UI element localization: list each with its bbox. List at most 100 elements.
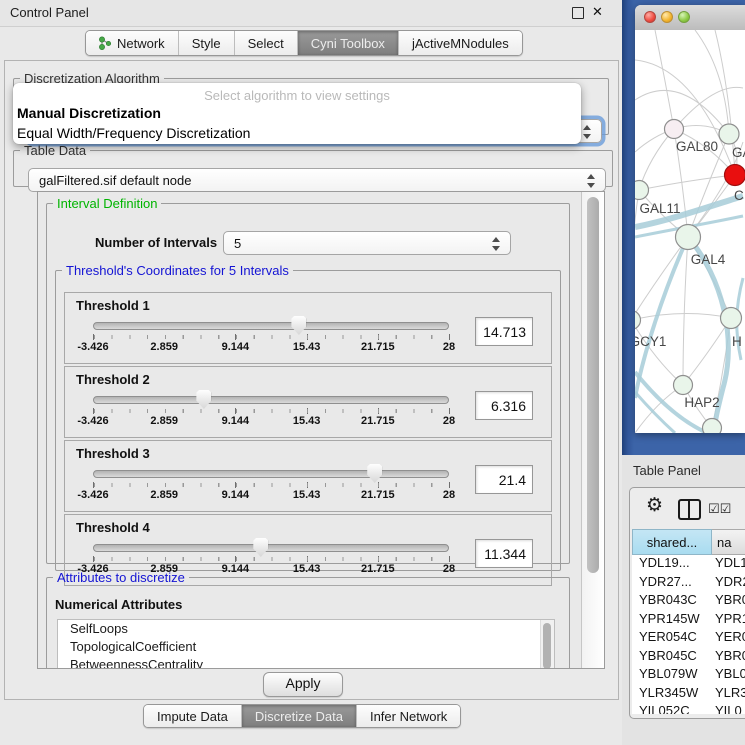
network-canvas[interactable]: GAL80GACGAL11GAL4GCY1HHAP2 bbox=[635, 30, 745, 433]
dropdown-option-manual-discretization[interactable]: Manual Discretization bbox=[13, 103, 581, 123]
table-data-value: galFiltered.sif default node bbox=[39, 173, 191, 188]
threshold-3-slider[interactable]: -3.4262.8599.14415.4321.71528 bbox=[93, 467, 449, 507]
list-scrollbar[interactable] bbox=[540, 620, 554, 669]
slider-track[interactable] bbox=[93, 470, 449, 478]
network-node-gal4[interactable] bbox=[676, 225, 701, 250]
tab-impute-data[interactable]: Impute Data bbox=[144, 705, 241, 727]
network-edge[interactable] bbox=[635, 190, 639, 320]
tab-jactivemnodules[interactable]: jActiveMNodules bbox=[398, 31, 522, 55]
network-node-ga[interactable] bbox=[719, 124, 739, 144]
table-data-title: Table Data bbox=[20, 143, 90, 158]
tab-discretize-data[interactable]: Discretize Data bbox=[241, 705, 356, 727]
network-node-h[interactable] bbox=[721, 308, 742, 329]
table-row[interactable]: YDL19...YDL1 bbox=[632, 555, 745, 574]
network-node-gal11[interactable] bbox=[635, 181, 649, 200]
network-node-label: GAL11 bbox=[639, 201, 680, 216]
minimize-traffic-light[interactable] bbox=[661, 11, 673, 23]
network-edge[interactable] bbox=[635, 385, 683, 433]
table-rows: YDL19...YDL1 YDR27...YDR2 YBR043CYBR0 YP… bbox=[632, 555, 745, 714]
tab-style[interactable]: Style bbox=[178, 31, 234, 55]
network-edge[interactable] bbox=[674, 87, 743, 129]
list-item[interactable]: SelfLoops bbox=[58, 620, 554, 638]
thresholds-title: Threshold's Coordinates for 5 Intervals bbox=[62, 263, 293, 278]
threshold-3-value-field[interactable] bbox=[475, 465, 533, 494]
network-node-gal80[interactable] bbox=[665, 120, 684, 139]
column-header-shared[interactable]: shared... bbox=[632, 529, 712, 555]
network-edge[interactable] bbox=[635, 320, 683, 385]
network-view-window[interactable]: GAL80GACGAL11GAL4GCY1HHAP2 bbox=[635, 5, 745, 433]
network-node-gcy1[interactable] bbox=[635, 311, 641, 330]
dropdown-option-equal-width-frequency[interactable]: Equal Width/Frequency Discretization bbox=[13, 123, 581, 143]
numerical-attributes-list[interactable]: SelfLoops TopologicalCoefficient Between… bbox=[57, 619, 555, 669]
slider-track[interactable] bbox=[93, 396, 449, 404]
threshold-2-label: Threshold 2 bbox=[76, 372, 150, 387]
list-item[interactable]: BetweennessCentrality bbox=[58, 656, 554, 669]
network-node-label: H bbox=[732, 334, 742, 349]
network-edge[interactable] bbox=[639, 175, 735, 190]
slider-track[interactable] bbox=[93, 544, 449, 552]
table-row[interactable]: YER054CYER0 bbox=[632, 629, 745, 648]
network-graph[interactable]: GAL80GACGAL11GAL4GCY1HHAP2 bbox=[635, 30, 745, 433]
threshold-1-value-field[interactable] bbox=[475, 317, 533, 346]
node-table-panel: ⚙ ☑☑ shared... na YDL19...YDL1 YDR27...Y… bbox=[629, 487, 745, 719]
network-edge[interactable] bbox=[695, 30, 729, 134]
table-row[interactable]: YBR045CYBR0 bbox=[632, 648, 745, 667]
desktop-background: GAL80GACGAL11GAL4GCY1HHAP2 bbox=[622, 0, 745, 455]
slider-track[interactable] bbox=[93, 322, 449, 330]
slider-ticks bbox=[94, 409, 449, 413]
settings-scrollpane: Interval Definition Number of Intervals … bbox=[37, 191, 605, 669]
cyni-toolbox-panel: Discretization Algorithm Table Data galF… bbox=[4, 60, 619, 700]
float-window-icon[interactable] bbox=[572, 7, 584, 19]
network-edge[interactable] bbox=[635, 313, 731, 320]
gear-icon[interactable]: ⚙ bbox=[646, 494, 663, 517]
network-window-titlebar[interactable] bbox=[635, 5, 745, 31]
main-scrollbar-thumb[interactable] bbox=[587, 197, 599, 573]
table-data-combobox[interactable]: galFiltered.sif default node bbox=[28, 168, 606, 192]
tab-network-label: Network bbox=[117, 36, 165, 51]
combo-arrows-icon bbox=[492, 236, 501, 252]
list-item[interactable]: TopologicalCoefficient bbox=[58, 638, 554, 656]
column-header-name[interactable]: na bbox=[712, 529, 745, 555]
table-row[interactable]: YBR043CYBR0 bbox=[632, 592, 745, 611]
threshold-2-value-field[interactable] bbox=[475, 391, 533, 420]
slider-thumb[interactable] bbox=[253, 538, 268, 557]
checkbox-icons[interactable]: ☑☑ bbox=[708, 501, 731, 517]
list-scrollbar-thumb[interactable] bbox=[543, 623, 551, 669]
table-row[interactable]: YIL052CYIL0 bbox=[632, 703, 745, 714]
threshold-3-label: Threshold 3 bbox=[76, 446, 150, 461]
attributes-group: Attributes to discretize Numerical Attri… bbox=[46, 570, 570, 669]
table-row[interactable]: YBL079WYBL0 bbox=[632, 666, 745, 685]
table-row[interactable]: YLR345WYLR3 bbox=[632, 685, 745, 704]
zoom-traffic-light[interactable] bbox=[678, 11, 690, 23]
apply-button[interactable]: Apply bbox=[263, 672, 343, 697]
slider-thumb[interactable] bbox=[367, 464, 382, 483]
close-icon[interactable]: ✕ bbox=[592, 4, 603, 20]
tab-network[interactable]: Network bbox=[86, 31, 178, 55]
network-node-hap2[interactable] bbox=[674, 376, 693, 395]
slider-thumb[interactable] bbox=[196, 390, 211, 409]
slider-thumb[interactable] bbox=[291, 316, 306, 335]
network-edge[interactable] bbox=[683, 237, 688, 385]
tab-infer-network[interactable]: Infer Network bbox=[356, 705, 460, 727]
network-edge[interactable] bbox=[639, 129, 674, 190]
table-row[interactable]: YPR145WYPR1 bbox=[632, 611, 745, 630]
threshold-2-slider[interactable]: -3.4262.8599.14415.4321.71528 bbox=[93, 393, 449, 433]
number-of-intervals-value: 5 bbox=[234, 236, 241, 251]
main-scrollbar[interactable] bbox=[581, 192, 604, 668]
network-edge[interactable] bbox=[635, 392, 675, 433]
thresholds-group: Threshold's Coordinates for 5 Intervals … bbox=[55, 263, 561, 571]
tab-select[interactable]: Select bbox=[234, 31, 297, 55]
bottom-tabs: Impute Data Discretize Data Infer Networ… bbox=[143, 704, 461, 728]
network-node-c[interactable] bbox=[725, 165, 745, 186]
tab-cyni-toolbox[interactable]: Cyni Toolbox bbox=[297, 31, 398, 55]
split-table-icon[interactable] bbox=[678, 499, 701, 520]
table-row[interactable]: YDR27...YDR2 bbox=[632, 574, 745, 593]
threshold-4-value-field[interactable] bbox=[475, 539, 533, 568]
threshold-1-slider[interactable]: -3.4262.8599.14415.4321.71528 bbox=[93, 319, 449, 359]
network-node[interactable] bbox=[703, 419, 722, 434]
close-traffic-light[interactable] bbox=[644, 11, 656, 23]
slider-scale: -3.4262.8599.14415.4321.71528 bbox=[93, 489, 449, 503]
number-of-intervals-combobox[interactable]: 5 bbox=[223, 231, 511, 255]
network-edge[interactable] bbox=[655, 30, 674, 129]
network-node-label: GCY1 bbox=[635, 334, 666, 349]
